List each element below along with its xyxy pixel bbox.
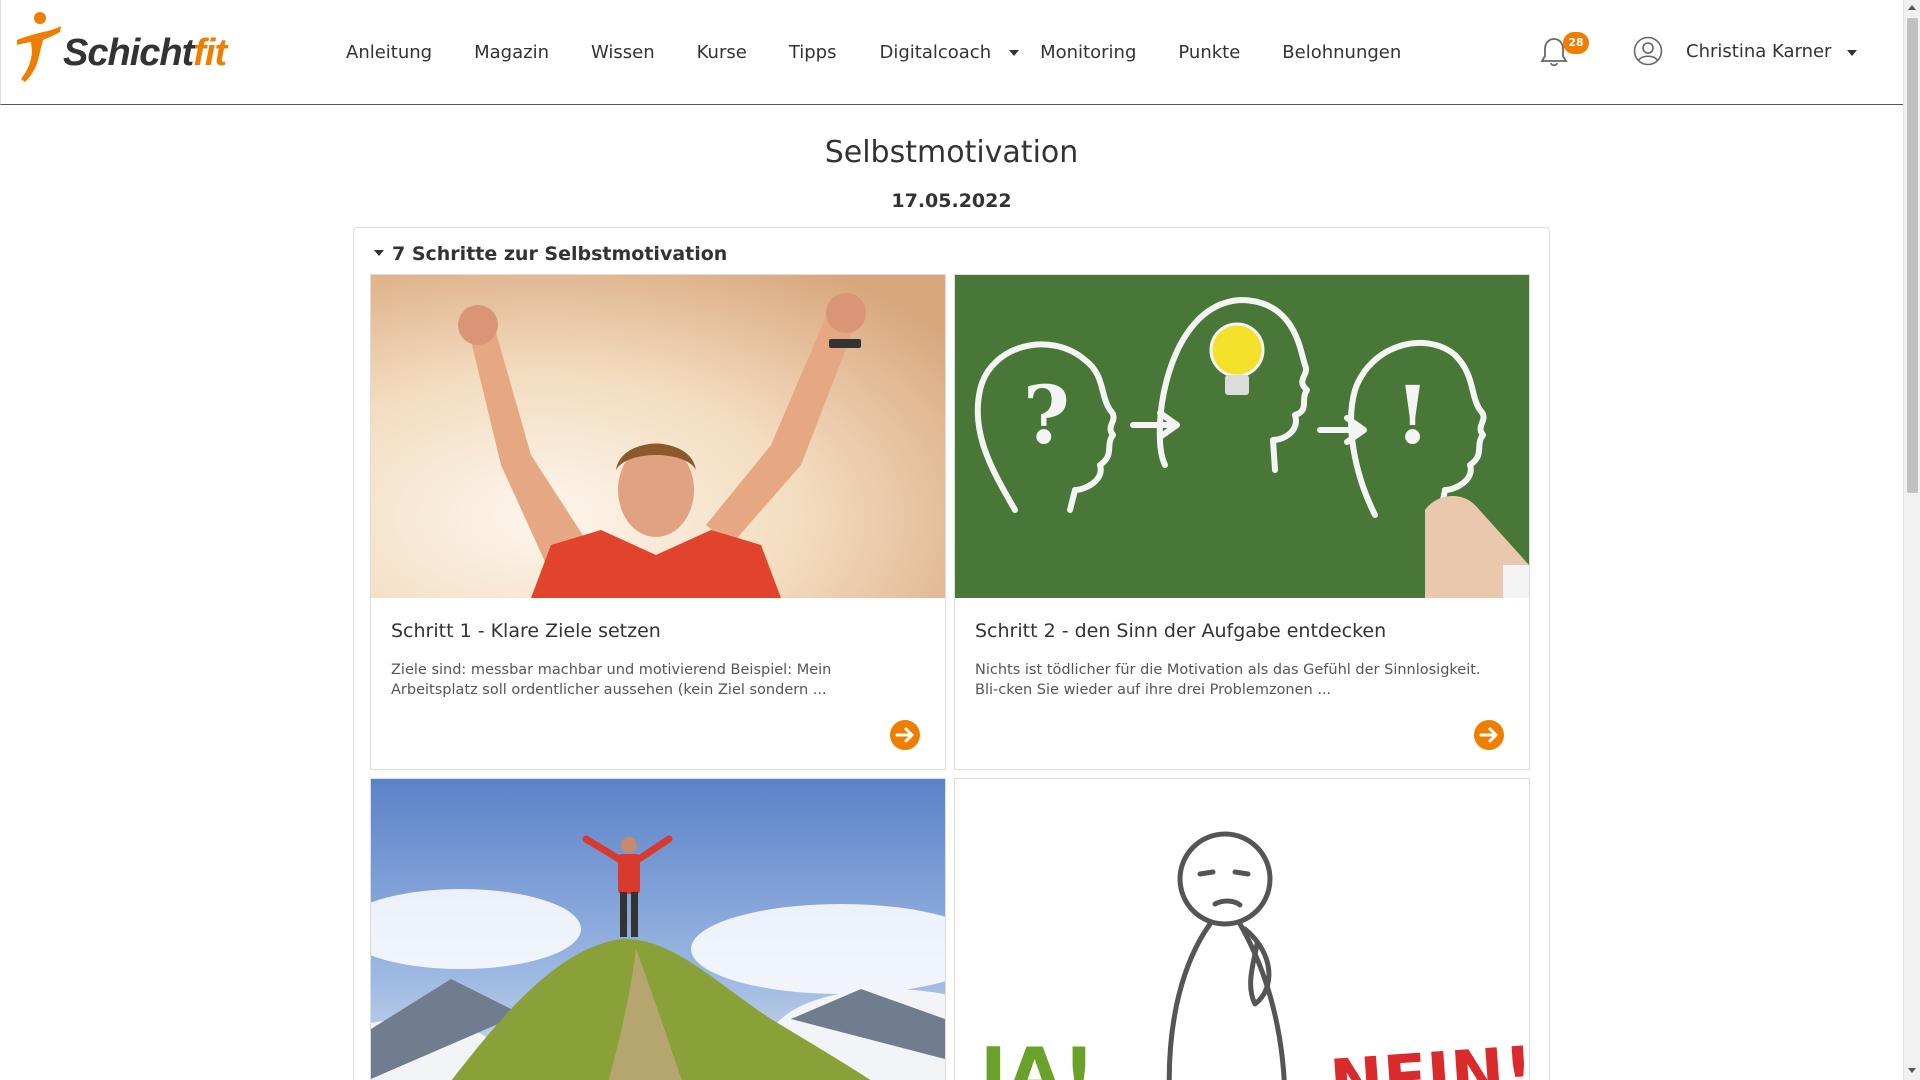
svg-text:!: !: [1395, 368, 1430, 462]
schichtfit-logo[interactable]: Schichtfit: [13, 12, 233, 84]
section-toggle[interactable]: 7 Schritte zur Selbstmotivation: [374, 243, 727, 265]
card-image-cheering-man[interactable]: [371, 275, 945, 598]
nav-item-wissen[interactable]: Wissen: [591, 42, 655, 63]
scroll-up-arrow-icon[interactable]: [1908, 5, 1916, 10]
card-step-2[interactable]: ? ! Schritt 2 - den Sinn der Aufgabe ent…: [954, 274, 1530, 770]
scroll-down-arrow-icon[interactable]: [1908, 1068, 1916, 1073]
chevron-down-icon: [1009, 50, 1020, 56]
user-avatar[interactable]: [1633, 36, 1663, 66]
page-date: 17.05.2022: [891, 190, 1012, 212]
top-navbar: Schichtfit Anleitung Magazin Wissen Kurs…: [0, 0, 1903, 105]
card-step-4[interactable]: JA! NEIN!: [954, 778, 1530, 1080]
arrow-right-circle-icon[interactable]: [1474, 720, 1504, 750]
card-step-1[interactable]: Schritt 1 - Klare Ziele setzen Ziele sin…: [370, 274, 946, 770]
user-name[interactable]: Christina Karner: [1686, 41, 1831, 62]
nav-item-monitoring[interactable]: Monitoring: [1040, 42, 1136, 63]
card-image-ja-nein-figure[interactable]: JA! NEIN!: [955, 779, 1529, 1080]
card-excerpt: Ziele sind: messbar machbar und motivier…: [391, 662, 832, 698]
nav-item-punkte[interactable]: Punkte: [1178, 42, 1240, 63]
caret-down-icon: [374, 249, 384, 256]
user-circle-icon: [1633, 36, 1663, 66]
notification-count-badge: 28: [1563, 32, 1589, 54]
scroll-thumb[interactable]: [1907, 18, 1918, 493]
nav-item-tipps[interactable]: Tipps: [789, 42, 837, 63]
nav-item-anleitung[interactable]: Anleitung: [346, 42, 432, 63]
arrow-right-circle-icon[interactable]: [890, 720, 920, 750]
card-title[interactable]: Schritt 1 - Klare Ziele setzen: [391, 620, 661, 642]
section-title: 7 Schritte zur Selbstmotivation: [392, 243, 728, 265]
nav-item-belohnungen[interactable]: Belohnungen: [1282, 42, 1401, 63]
nav-item-magazin[interactable]: Magazin: [474, 42, 549, 63]
page-title: Selbstmotivation: [824, 135, 1079, 170]
page-scrollbar[interactable]: [1903, 0, 1920, 1080]
card-title[interactable]: Schritt 2 - den Sinn der Aufgabe entdeck…: [975, 620, 1386, 642]
svg-text:?: ?: [1023, 368, 1070, 462]
ja-image-text: JA!: [975, 1032, 1095, 1080]
user-menu-chevron-down-icon[interactable]: [1847, 50, 1857, 56]
nav-item-kurse[interactable]: Kurse: [697, 42, 747, 63]
card-step-3[interactable]: [370, 778, 946, 1080]
logo-wordmark: Schichtfit: [63, 32, 227, 74]
nav-item-digitalcoach-label: Digitalcoach: [879, 42, 992, 63]
card-excerpt: Nichts ist tödlicher für die Motivation …: [975, 662, 1481, 698]
main-nav: Anleitung Magazin Wissen Kurse Tipps Dig…: [346, 0, 1401, 105]
section-panel: 7 Schritte zur Selbstmotivation Schritt …: [353, 227, 1550, 1080]
card-image-mountain-summit[interactable]: [371, 779, 945, 1080]
nav-item-digitalcoach[interactable]: Digitalcoach: [879, 42, 1020, 63]
card-image-chalkboard-heads[interactable]: ? !: [955, 275, 1529, 598]
runner-logo-icon: [17, 12, 61, 82]
